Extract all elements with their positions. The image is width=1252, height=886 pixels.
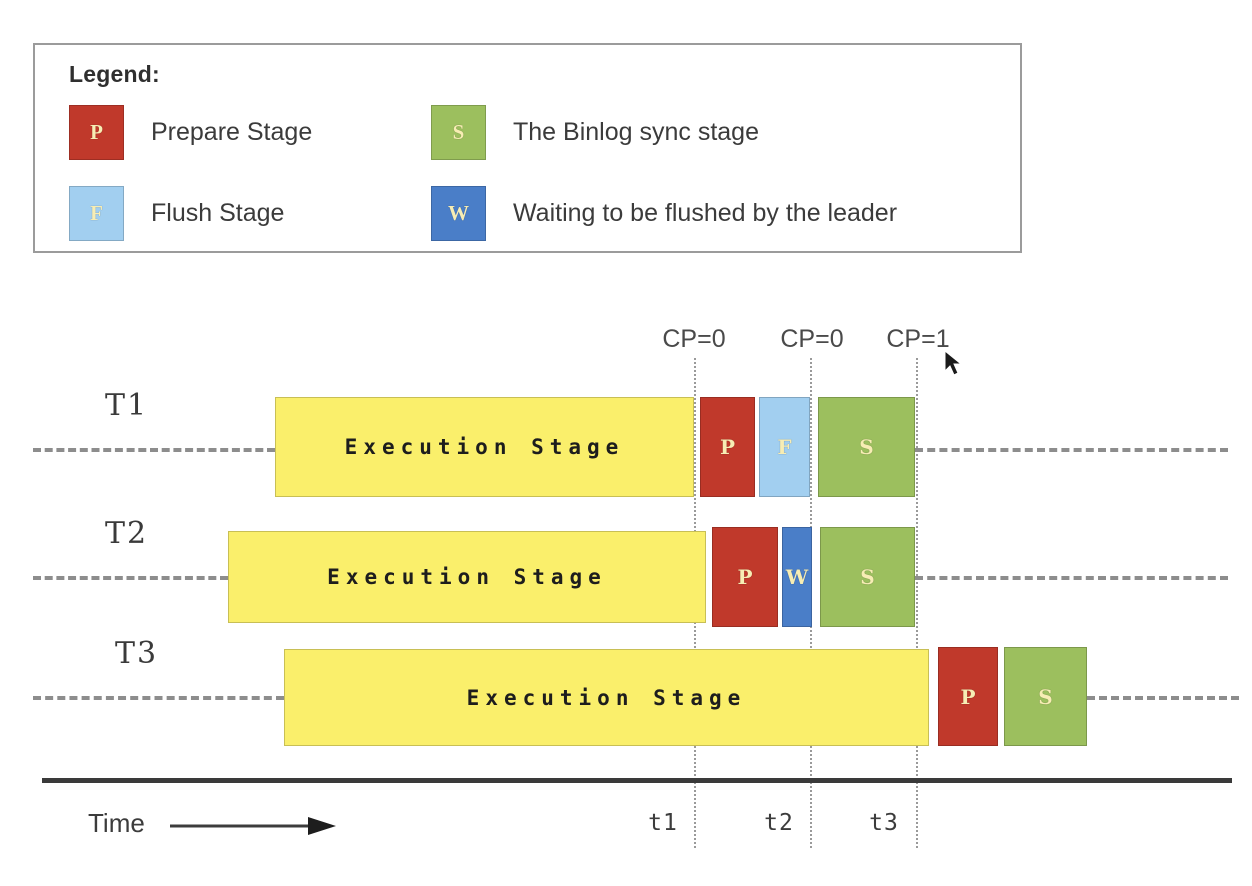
bar-t3-execution: Execution Stage: [284, 649, 929, 746]
bar-label: F: [777, 435, 792, 459]
bar-label: S: [859, 435, 874, 459]
tick-label-t2: t2: [764, 810, 794, 836]
baseline-right-t3: [1087, 696, 1239, 700]
checkpoint-label-t1: CP=0: [662, 325, 726, 353]
time-axis-label: Time: [88, 808, 145, 838]
thread-label-t2: T2: [105, 516, 149, 551]
bar-t3-sync: S: [1004, 647, 1087, 746]
baseline-left-t3: [33, 696, 284, 700]
bar-t2-execution: Execution Stage: [228, 531, 706, 623]
bar-label: Execution Stage: [327, 565, 607, 589]
bar-t2-waiting: W: [782, 527, 812, 627]
checkpoint-label-t3: CP=1: [886, 325, 950, 353]
time-arrow-icon: [170, 817, 336, 835]
time-axis-line: [42, 778, 1232, 783]
bar-label: Execution Stage: [344, 435, 625, 459]
bar-t1-prepare: P: [700, 397, 755, 497]
baseline-left-t2: [33, 576, 228, 580]
tick-label-t1: t1: [648, 810, 678, 836]
baseline-right-t1: [915, 448, 1228, 452]
bar-label: P: [719, 435, 736, 459]
bar-label: S: [860, 565, 875, 589]
bar-label: P: [737, 565, 753, 589]
bar-label: S: [1038, 684, 1053, 709]
timeline-chart: CP=0 CP=0 CP=1 T1 Execution Stage P F S …: [0, 0, 1252, 886]
bar-label: Execution Stage: [466, 685, 747, 710]
bar-t1-flush: F: [759, 397, 810, 497]
bar-t2-sync: S: [820, 527, 915, 627]
checkpoint-label-t2: CP=0: [780, 325, 844, 353]
bar-t2-prepare: P: [712, 527, 778, 627]
bar-t1-execution: Execution Stage: [275, 397, 694, 497]
thread-label-t1: T1: [105, 388, 149, 423]
baseline-right-t2: [915, 576, 1228, 580]
tick-label-t3: t3: [869, 810, 899, 836]
bar-t3-prepare: P: [938, 647, 998, 746]
bar-label: W: [785, 565, 809, 589]
baseline-left-t1: [33, 448, 275, 452]
thread-label-t3: T3: [115, 636, 159, 671]
bar-label: P: [960, 684, 976, 709]
gridline-t3: [916, 358, 918, 848]
bar-t1-sync: S: [818, 397, 915, 497]
